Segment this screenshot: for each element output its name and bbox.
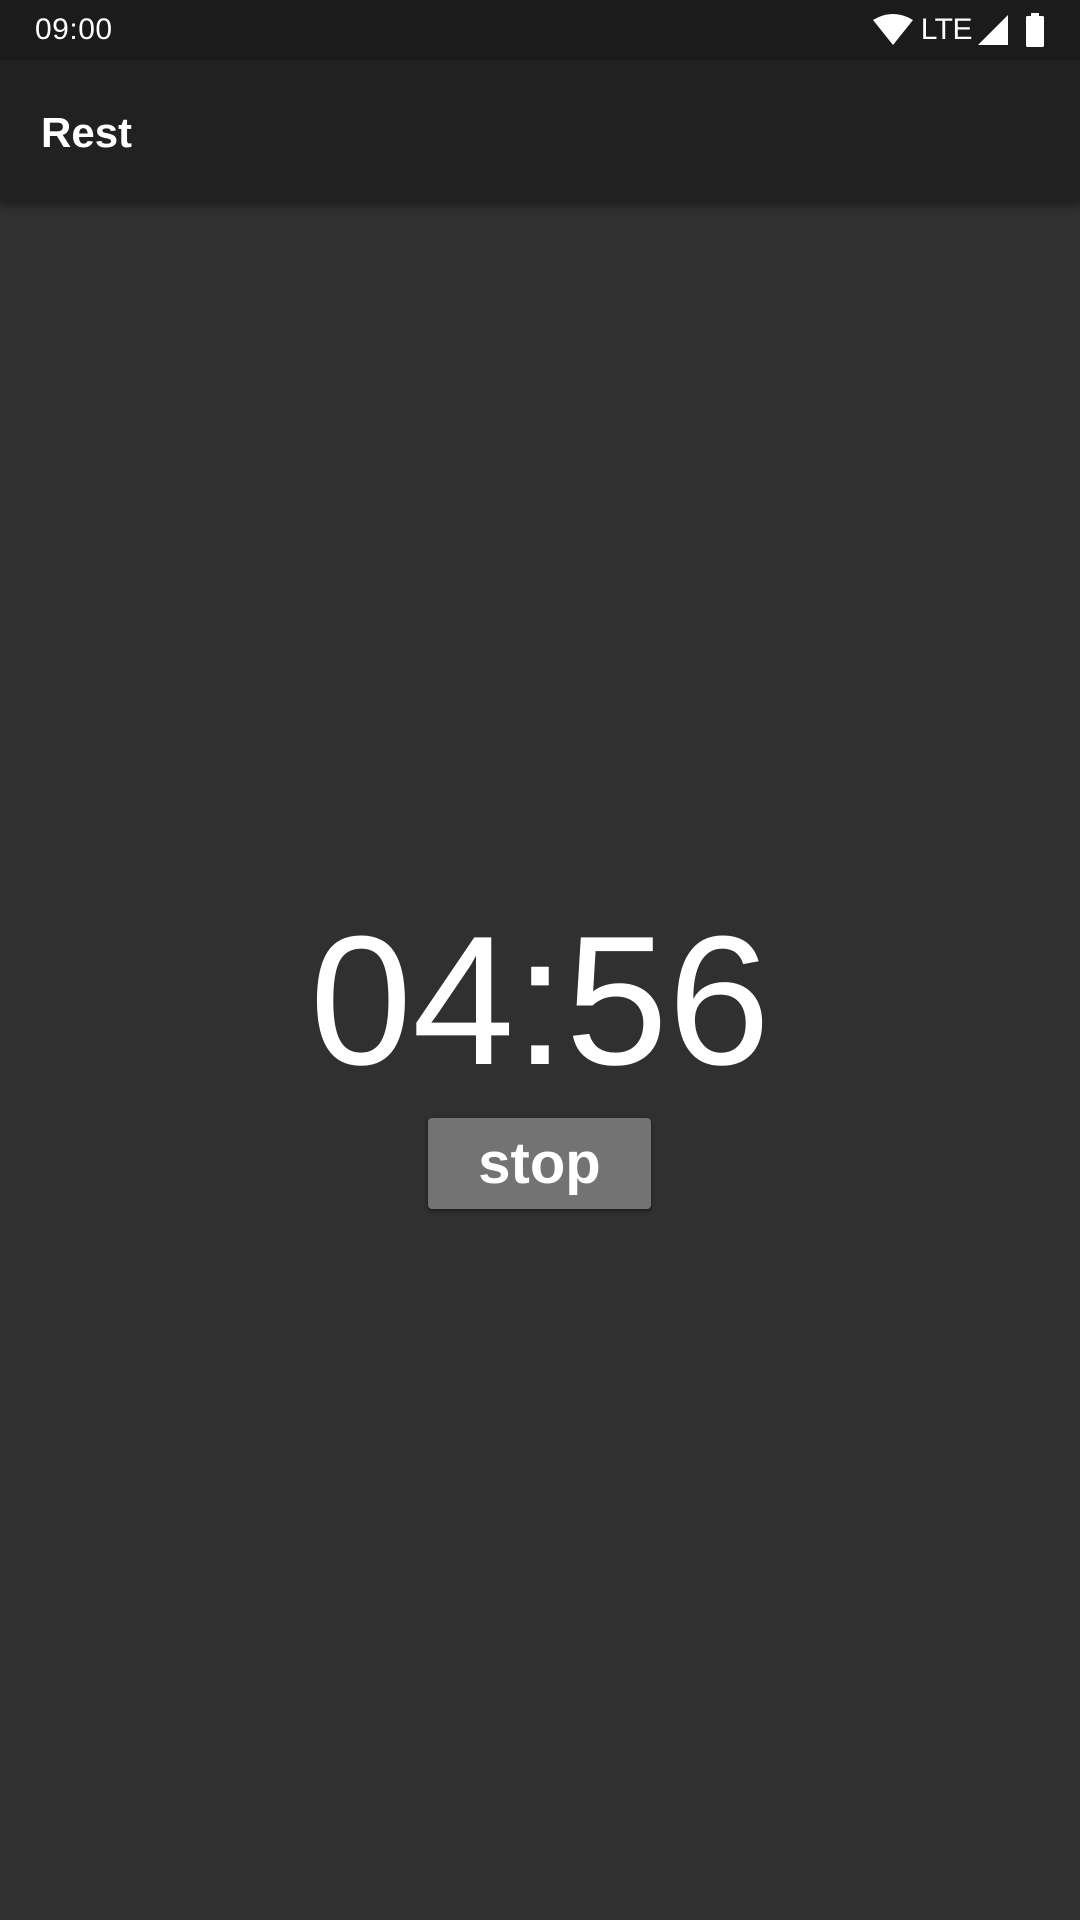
wifi-icon xyxy=(872,14,913,46)
battery-icon xyxy=(1026,13,1044,47)
status-bar: 09:00 LTE xyxy=(0,0,1080,60)
rest-timer-screen: 09:00 LTE Rest 04:56 stop xyxy=(0,0,1080,1920)
signal-icon xyxy=(978,15,1008,45)
countdown-timer: 04:56 xyxy=(309,897,771,1103)
app-bar: Rest xyxy=(0,60,1080,202)
status-time: 09:00 xyxy=(35,13,113,46)
page-title: Rest xyxy=(41,109,133,156)
network-type-label: LTE xyxy=(920,13,973,46)
stop-button[interactable]: stop xyxy=(428,1118,651,1209)
status-icons: LTE xyxy=(872,12,1044,48)
